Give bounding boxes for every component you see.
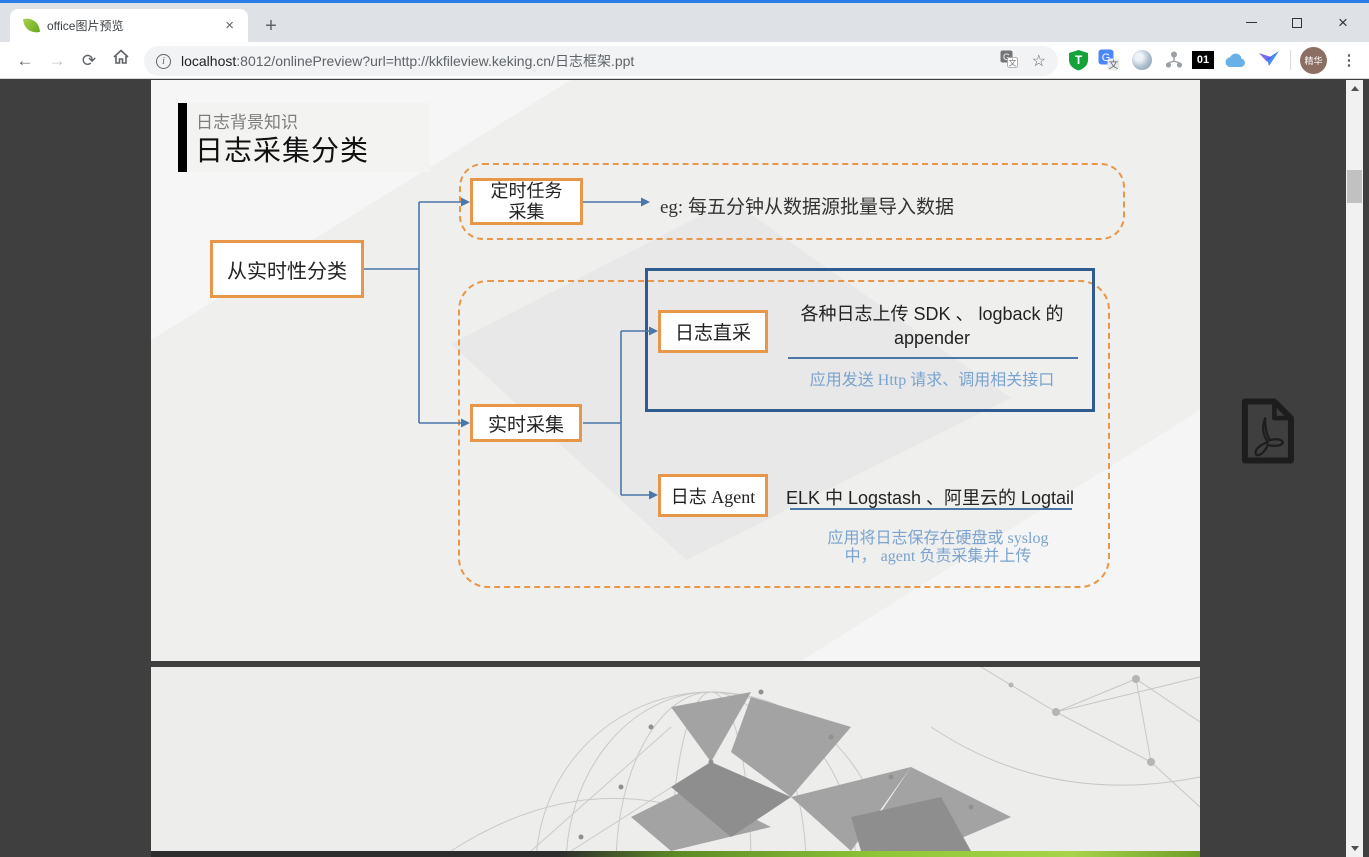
url-text[interactable]: localhost:8012/onlinePreview?url=http://…: [181, 51, 1000, 71]
address-bar[interactable]: i localhost:8012/onlinePreview?url=http:…: [144, 46, 1058, 76]
node-timed-line2: 采集: [509, 202, 545, 223]
green-strip: [560, 851, 1200, 857]
sitemap-icon: [1164, 50, 1184, 70]
minimize-icon: [1246, 22, 1257, 24]
browser-tab[interactable]: office图片预览 ×: [10, 9, 248, 42]
node-realtime-collect: 实时采集: [470, 404, 582, 442]
badge-01: 01: [1192, 51, 1214, 69]
slide-2: [151, 667, 1200, 851]
page-viewport: 日志背景知识 日志采集分类 从实时性分类 定时任务 采集 实时采集: [0, 79, 1369, 857]
arrow-down-icon: [1351, 846, 1359, 851]
shield-icon: T: [1068, 49, 1089, 71]
extension-translate-button[interactable]: G 文: [1097, 48, 1121, 72]
slide-1: 日志背景知识 日志采集分类 从实时性分类 定时任务 采集 实时采集: [151, 80, 1200, 661]
timed-example-text: eg: 每五分钟从数据源批量导入数据: [660, 192, 954, 219]
svg-text:文: 文: [1109, 59, 1119, 71]
leaf-favicon-icon: [23, 17, 40, 34]
svg-text:文: 文: [1008, 57, 1016, 67]
extension-cloud-button[interactable]: [1224, 48, 1248, 72]
translate-page-icon[interactable]: G 文: [1000, 50, 1018, 73]
browser-menu-button[interactable]: ⋮: [1337, 48, 1361, 74]
node-root: 从实时性分类: [210, 240, 364, 298]
node-timed-collect: 定时任务 采集: [470, 178, 583, 225]
pdf-file-icon: [1232, 392, 1302, 470]
extension-shield-button[interactable]: T: [1066, 48, 1090, 72]
translate-gray-icon: G 文: [1000, 50, 1018, 68]
direct-heading-line1: 各种日志上传 SDK 、 logback 的: [751, 302, 1113, 326]
pdf-button[interactable]: [1232, 392, 1302, 470]
maximize-button[interactable]: [1274, 3, 1320, 42]
extension-sitemap-button[interactable]: [1162, 48, 1186, 72]
tab-close-icon[interactable]: ×: [219, 17, 240, 34]
extension-circle-button[interactable]: [1130, 48, 1154, 72]
scroll-down-button[interactable]: [1346, 840, 1363, 857]
translate-blue-icon: G 文: [1098, 49, 1120, 71]
maximize-icon: [1292, 18, 1302, 28]
home-icon: [112, 48, 130, 66]
url-host: localhost: [181, 53, 236, 69]
globe-graphic: [151, 667, 1200, 851]
node-timed-line1: 定时任务: [491, 181, 563, 202]
minimize-button[interactable]: [1228, 3, 1274, 42]
agent-underline: [790, 508, 1072, 510]
direct-heading: 各种日志上传 SDK 、 logback 的 appender: [751, 302, 1113, 350]
url-path: :8012/onlinePreview?url=http://kkfilevie…: [236, 53, 634, 69]
scroll-up-button[interactable]: [1346, 80, 1363, 97]
extension-01-button[interactable]: 01: [1191, 48, 1215, 72]
bird-icon: [1258, 50, 1280, 70]
reload-button[interactable]: ⟳: [76, 48, 102, 74]
bookmark-star-icon[interactable]: ☆: [1032, 51, 1046, 71]
direct-note: 应用发送 Http 请求、调用相关接口: [751, 366, 1113, 390]
direct-underline: [788, 357, 1078, 359]
swirl-circle-icon: [1132, 50, 1152, 70]
bottom-band: [151, 851, 1200, 857]
home-button[interactable]: [108, 48, 134, 74]
page-info-icon[interactable]: i: [156, 54, 171, 69]
close-window-button[interactable]: ×: [1320, 3, 1366, 42]
scrollbar-thumb[interactable]: [1347, 170, 1362, 203]
scrollbar[interactable]: [1346, 80, 1363, 857]
back-button[interactable]: ←: [12, 48, 38, 74]
agent-note-line2: 中， agent 负责采集并上传: [757, 542, 1119, 566]
profile-avatar[interactable]: 精华: [1300, 47, 1327, 74]
tab-title: office图片预览: [47, 17, 219, 34]
forward-button[interactable]: →: [44, 48, 70, 74]
cloud-icon: [1225, 52, 1247, 68]
svg-text:T: T: [1074, 53, 1082, 67]
agent-heading: ELK 中 Logstash 、阿里云的 Logtail: [749, 484, 1111, 510]
extension-bird-button[interactable]: [1257, 48, 1281, 72]
direct-heading-line2: appender: [751, 326, 1113, 350]
arrow-up-icon: [1351, 86, 1359, 91]
new-tab-button[interactable]: +: [258, 14, 284, 40]
toolbar-divider: [1290, 50, 1291, 70]
